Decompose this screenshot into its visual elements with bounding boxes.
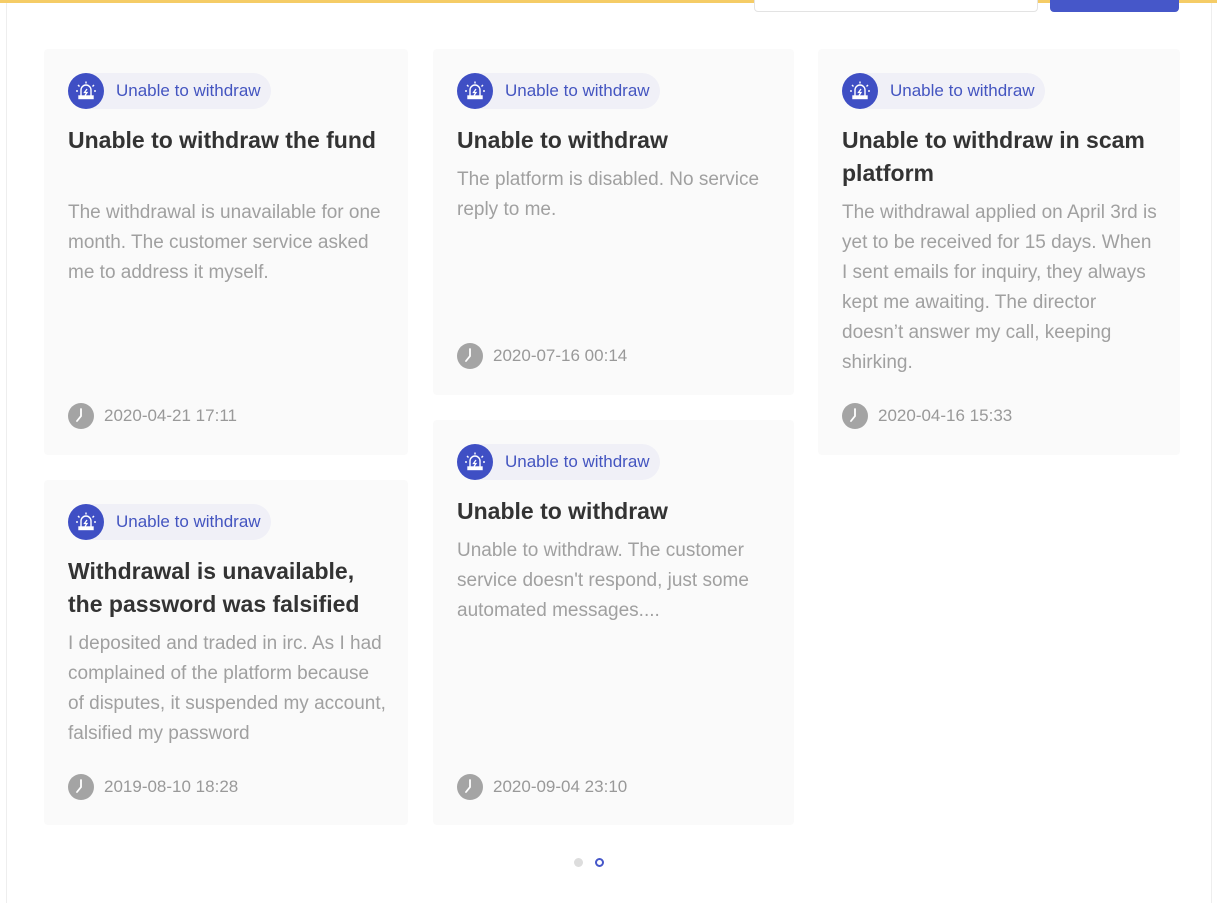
alarm-icon (842, 73, 878, 109)
card-title: Unable to withdraw in scam platform (842, 127, 1145, 186)
category-tag: Unable to withdraw (68, 504, 271, 540)
timestamp-text: 2020-04-21 17:11 (104, 406, 237, 425)
pagination-dot-1[interactable] (574, 858, 583, 867)
card-timestamp: 2020-07-16 00:14 (457, 343, 627, 369)
complaint-card[interactable]: Unable to withdraw Unable to withdraw in… (818, 49, 1180, 455)
complaint-card[interactable]: Unable to withdraw Withdrawal is unavail… (44, 480, 408, 825)
category-tag: Unable to withdraw (842, 73, 1045, 109)
alarm-icon (457, 444, 493, 480)
category-tag-label: Unable to withdraw (505, 452, 650, 471)
timestamp-text: 2020-09-04 23:10 (493, 777, 628, 796)
pagination-dot-2-active[interactable] (595, 858, 604, 867)
card-title: Unable to withdraw the fund (68, 127, 376, 153)
card-description: The withdrawal is unavailable for one mo… (68, 202, 381, 283)
card-timestamp: 2019-08-10 18:28 (68, 774, 238, 800)
page: Unable to withdraw Unable to withdraw th… (0, 0, 1217, 903)
category-tag-label: Unable to withdraw (505, 81, 650, 100)
left-divider (6, 3, 7, 903)
clock-icon (842, 403, 868, 429)
timestamp-text: 2020-04-16 15:33 (878, 406, 1013, 425)
right-divider (1211, 3, 1212, 903)
complaint-card[interactable]: Unable to withdraw Unable to withdraw th… (44, 49, 408, 455)
pagination-dots (574, 858, 616, 867)
category-tag: Unable to withdraw (68, 73, 271, 109)
timestamp-text: 2020-07-16 00:14 (493, 346, 628, 365)
alarm-icon (68, 73, 104, 109)
card-title: Unable to withdraw (457, 127, 668, 153)
timestamp-text: 2019-08-10 18:28 (104, 777, 239, 796)
category-tag-label: Unable to withdraw (116, 81, 261, 100)
search-input[interactable] (754, 0, 1038, 12)
card-description: The withdrawal applied on April 3rd is y… (842, 202, 1157, 373)
card-title: Withdrawal is unavailable, the password … (68, 558, 360, 617)
card-description: Unable to withdraw. The customer service… (457, 540, 749, 621)
complaint-card[interactable]: Unable to withdraw Unable to withdraw Un… (433, 420, 794, 825)
search-button[interactable] (1050, 0, 1179, 12)
alarm-icon (457, 73, 493, 109)
category-tag: Unable to withdraw (457, 444, 660, 480)
category-tag: Unable to withdraw (457, 73, 660, 109)
card-description: I deposited and traded in irc. As I had … (68, 633, 386, 744)
clock-icon (68, 403, 94, 429)
card-timestamp: 2020-09-04 23:10 (457, 774, 627, 800)
clock-icon (68, 774, 94, 800)
category-tag-label: Unable to withdraw (116, 512, 261, 531)
card-title: Unable to withdraw (457, 498, 668, 524)
card-timestamp: 2020-04-16 15:33 (842, 403, 1012, 429)
category-tag-label: Unable to withdraw (890, 81, 1035, 100)
alarm-icon (68, 504, 104, 540)
card-timestamp: 2020-04-21 17:11 (68, 403, 237, 429)
card-description: The platform is disabled. No service rep… (457, 169, 760, 220)
complaint-card[interactable]: Unable to withdraw Unable to withdraw Th… (433, 49, 794, 395)
clock-icon (457, 343, 483, 369)
clock-icon (457, 774, 483, 800)
